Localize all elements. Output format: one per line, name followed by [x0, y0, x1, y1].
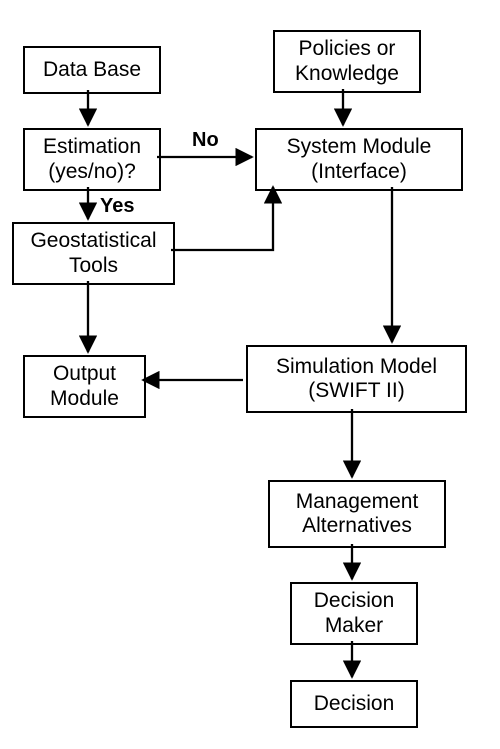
flow-arrows [0, 0, 500, 749]
